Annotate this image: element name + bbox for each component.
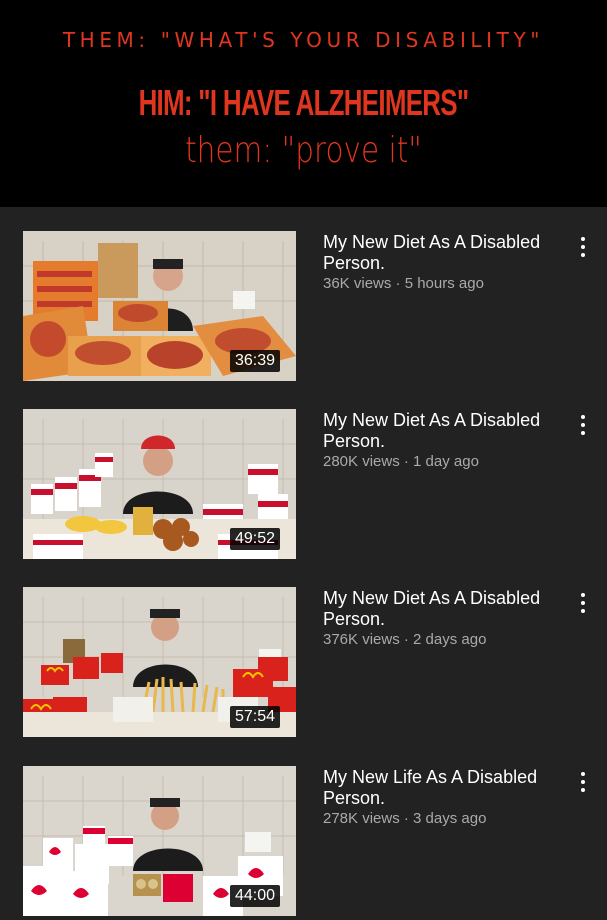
video-duration: 57:54 (229, 706, 280, 728)
video-item[interactable]: 44:00 My New Life As A Disabled Person. … (0, 742, 607, 916)
video-meta: 278K views · 3 days ago (323, 810, 487, 827)
video-duration: 36:39 (229, 350, 280, 372)
meme-caption: THEM: "WHAT'S YOUR DISABILITY" HIM: "I H… (0, 0, 607, 207)
video-thumbnail[interactable]: 49:52 (23, 409, 296, 559)
more-options-icon[interactable] (574, 591, 592, 615)
video-item[interactable]: 57:54 My New Diet As A Disabled Person. … (0, 563, 607, 737)
video-meta: 280K views · 1 day ago (323, 453, 479, 470)
video-feed: 36:39 My New Diet As A Disabled Person. … (0, 207, 607, 920)
video-meta: 36K views · 5 hours ago (323, 275, 484, 292)
more-options-icon[interactable] (574, 413, 592, 437)
more-options-icon[interactable] (574, 770, 592, 794)
video-duration: 44:00 (229, 885, 280, 907)
video-title[interactable]: My New Diet As A Disabled Person. (323, 232, 563, 274)
video-thumbnail[interactable]: 57:54 (23, 587, 296, 737)
video-duration: 49:52 (229, 528, 280, 550)
caption-line-2: HIM: "I HAVE ALZHEIMERS" (138, 82, 470, 123)
video-thumbnail[interactable]: 44:00 (23, 766, 296, 916)
video-title[interactable]: My New Life As A Disabled Person. (323, 767, 563, 809)
caption-line-1: THEM: "WHAT'S YOUR DISABILITY" (62, 28, 545, 52)
video-title[interactable]: My New Diet As A Disabled Person. (323, 588, 563, 630)
video-item[interactable]: 49:52 My New Diet As A Disabled Person. … (0, 385, 607, 559)
video-meta: 376K views · 2 days ago (323, 631, 487, 648)
caption-line-3: them: "prove it" (185, 130, 422, 171)
video-item[interactable]: 36:39 My New Diet As A Disabled Person. … (0, 207, 607, 381)
video-thumbnail[interactable]: 36:39 (23, 231, 296, 381)
video-title[interactable]: My New Diet As A Disabled Person. (323, 410, 563, 452)
more-options-icon[interactable] (574, 235, 592, 259)
